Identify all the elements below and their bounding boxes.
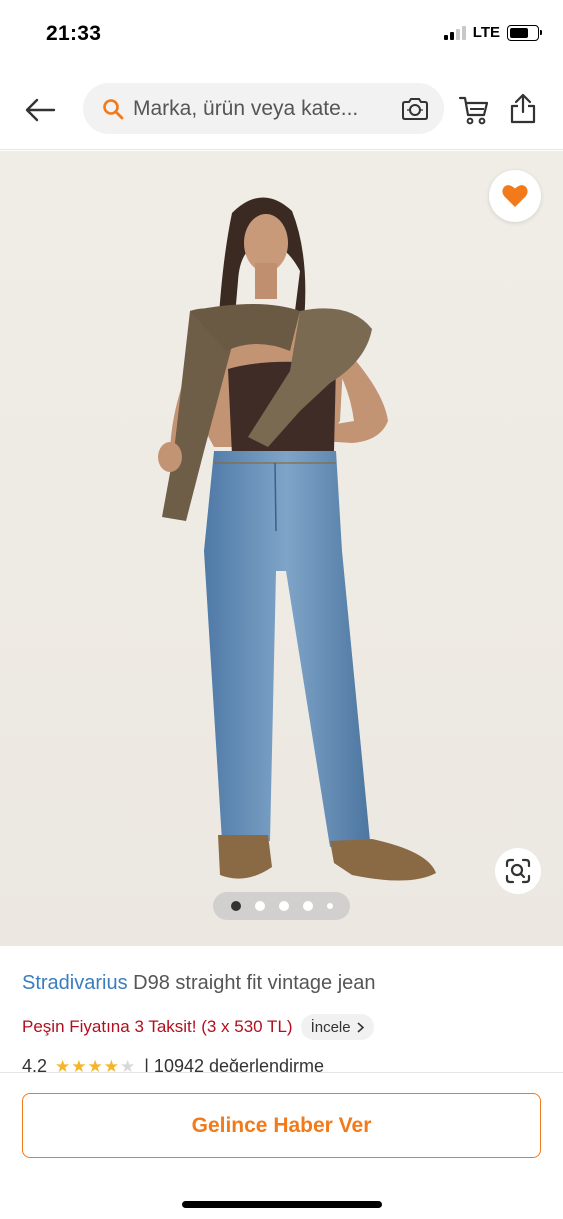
pagination-dot[interactable] xyxy=(302,901,313,911)
battery-icon xyxy=(507,24,542,41)
signal-icon xyxy=(443,25,466,40)
installment-row: Peşin Fiyatına 3 Taksit! (3 x 530 TL) İn… xyxy=(22,1014,374,1040)
visual-search-button[interactable] xyxy=(495,848,541,894)
product-image[interactable] xyxy=(0,151,563,946)
bottom-action-bar: Gelince Haber Ver xyxy=(0,1072,563,1219)
rating-value: 4.2 xyxy=(22,1056,48,1072)
product-name: D98 straight fit vintage jean xyxy=(133,972,376,994)
search-icon xyxy=(103,98,124,119)
status-bar: 21:33 LTE xyxy=(0,0,563,70)
installment-details-label: İncele xyxy=(310,1018,351,1036)
chevron-right-icon xyxy=(357,1021,364,1033)
review-count: | 10942 değerlendirme xyxy=(144,1056,325,1072)
star-rating-icon: ★★★★★ xyxy=(55,1056,137,1073)
back-button[interactable] xyxy=(22,92,58,128)
status-indicators: LTE xyxy=(443,24,542,41)
status-time: 21:33 xyxy=(46,22,102,45)
pagination-dot[interactable] xyxy=(278,901,289,911)
brand-link[interactable]: Stradivarius xyxy=(22,972,128,994)
network-label: LTE xyxy=(472,24,500,41)
installment-details-button[interactable]: İncele xyxy=(300,1014,374,1040)
product-image-gallery[interactable] xyxy=(0,151,563,946)
camera-icon[interactable] xyxy=(400,96,430,122)
pagination-dot[interactable] xyxy=(254,901,265,911)
cart-icon[interactable] xyxy=(458,94,490,126)
favorite-button[interactable] xyxy=(489,170,541,222)
home-indicator xyxy=(182,1201,382,1208)
share-icon[interactable] xyxy=(509,92,537,124)
top-bar: Marka, ürün veya kate... xyxy=(0,70,563,150)
installment-text: Peşin Fiyatına 3 Taksit! (3 x 530 TL) xyxy=(22,1017,293,1036)
rating-row[interactable]: 4.2 ★★★★★ | 10942 değerlendirme xyxy=(22,1056,324,1072)
back-arrow-icon xyxy=(25,98,56,122)
gallery-pagination xyxy=(213,892,350,920)
heart-icon xyxy=(502,185,528,207)
search-bar[interactable]: Marka, ürün veya kate... xyxy=(83,83,444,134)
notify-when-available-button[interactable]: Gelince Haber Ver xyxy=(22,1093,541,1158)
product-info: Stradivarius D98 straight fit vintage je… xyxy=(0,948,563,1072)
visual-search-icon xyxy=(505,858,531,884)
pagination-dot[interactable] xyxy=(326,903,333,909)
product-title: Stradivarius D98 straight fit vintage je… xyxy=(22,972,376,995)
search-input[interactable]: Marka, ürün veya kate... xyxy=(133,97,394,121)
pagination-dot-active[interactable] xyxy=(230,901,241,911)
